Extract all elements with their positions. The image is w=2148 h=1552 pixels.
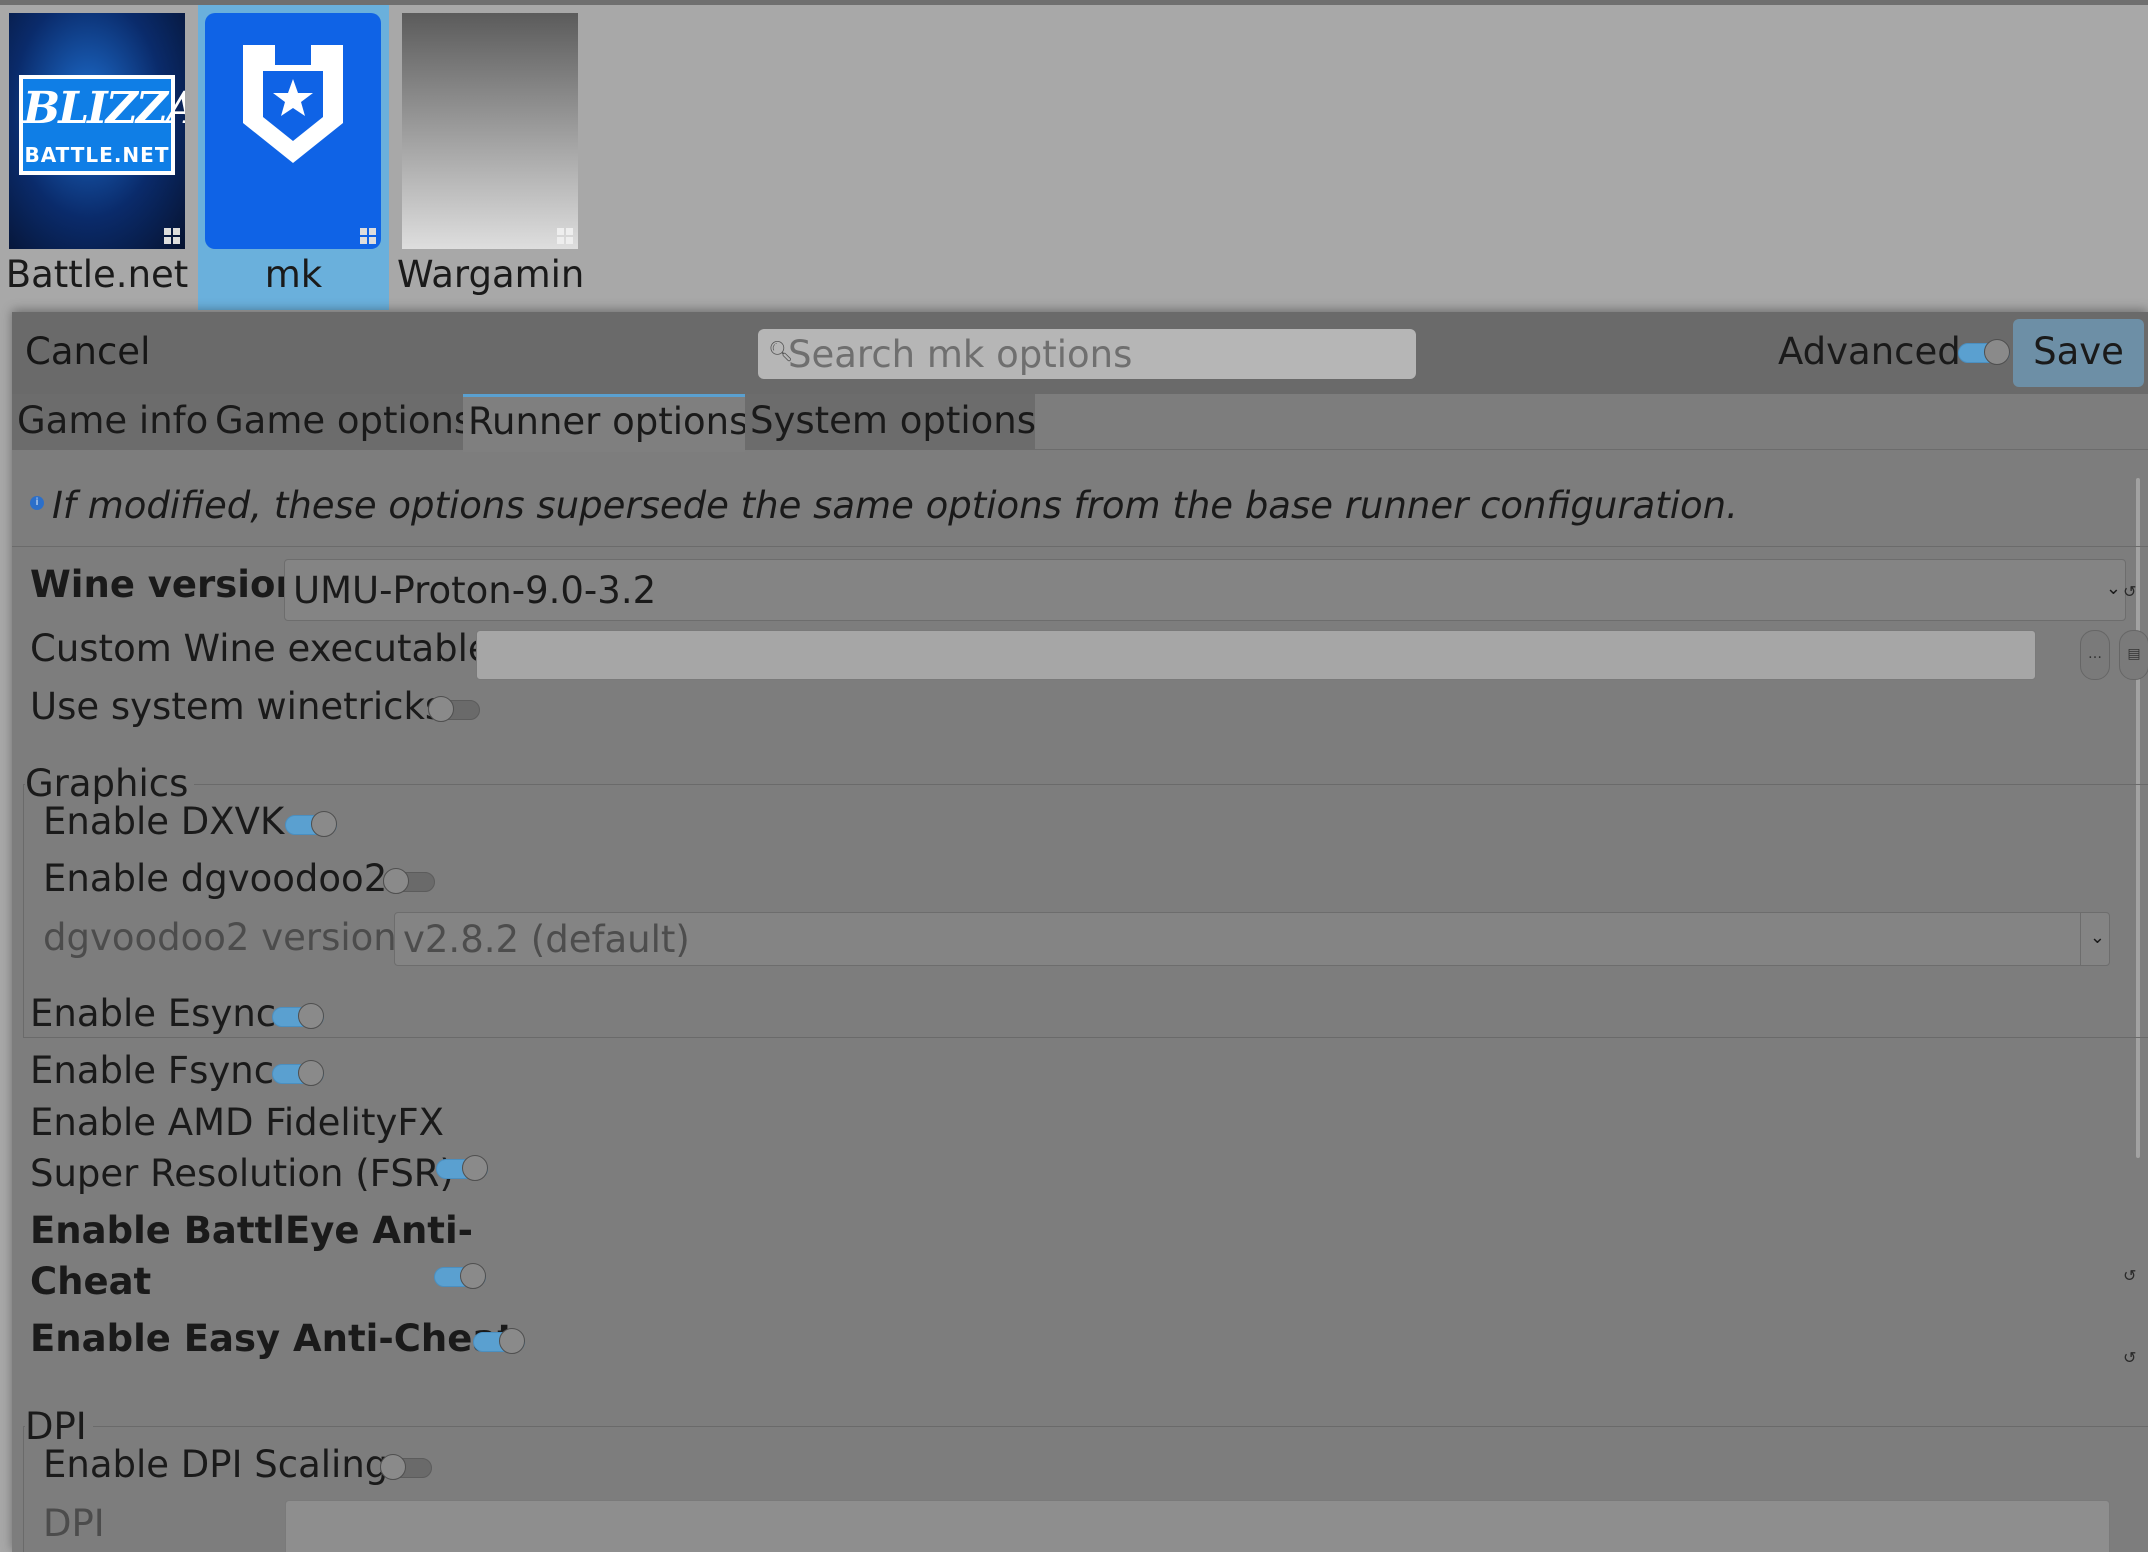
info-message: i If modified, these options supersede th… xyxy=(30,484,1738,527)
dpi-value-label: DPI xyxy=(43,1502,105,1545)
chevron-down-icon: ⌄ xyxy=(2105,578,2121,599)
shield-icon xyxy=(243,45,343,163)
game-tile-wargaming[interactable]: Wargaming xyxy=(394,5,586,310)
tab-runner-options[interactable]: Runner options xyxy=(463,394,748,452)
game-name: Wargaming xyxy=(397,253,583,296)
dialog-header: Cancel 🔍︎ Advanced Save xyxy=(12,312,2148,394)
game-tile-battlenet[interactable]: BLIZZARD BATTLE.NET Battle.net xyxy=(0,5,194,310)
system-winetricks-label: Use system winetricks xyxy=(30,685,445,728)
dpi-scaling-toggle[interactable] xyxy=(380,1454,432,1480)
game-name: Battle.net xyxy=(5,253,189,296)
dgvoodoo2-label: Enable dgvoodoo2 xyxy=(43,857,388,900)
dxvk-toggle[interactable] xyxy=(285,811,337,837)
search-box[interactable]: 🔍︎ xyxy=(758,329,1416,379)
dgvoodoo2-toggle[interactable] xyxy=(383,868,435,894)
fsync-toggle[interactable] xyxy=(272,1060,324,1086)
game-tile-mk[interactable]: mk xyxy=(198,5,389,310)
dgvoodoo2-version-value: v2.8.2 (default) xyxy=(403,918,690,961)
custom-wine-input[interactable] xyxy=(476,630,2036,680)
tab-game-options[interactable]: Game options xyxy=(210,394,473,449)
cancel-button[interactable]: Cancel xyxy=(25,330,150,373)
windows-icon xyxy=(360,228,376,244)
divider xyxy=(12,546,2148,547)
logo-text: BLIZZARD xyxy=(23,83,185,134)
search-input[interactable] xyxy=(788,329,1388,379)
dpi-title: DPI xyxy=(25,1405,93,1448)
runner-options-panel: i If modified, these options supersede th… xyxy=(12,450,2148,1552)
reset-icon[interactable]: ↺ xyxy=(2123,1266,2136,1285)
tab-bar: Game info Game options Runner options Sy… xyxy=(12,394,2148,452)
esync-label: Enable Esync xyxy=(30,992,277,1035)
custom-wine-label: Custom Wine executable xyxy=(30,627,491,670)
game-cover xyxy=(205,13,381,249)
graphics-frame xyxy=(23,784,2148,1038)
fsr-label-line1: Enable AMD FidelityFX xyxy=(30,1101,444,1144)
chevron-down-icon: ⌄ xyxy=(2089,927,2105,948)
battleye-label-line2: Cheat xyxy=(30,1260,152,1303)
tab-system-options[interactable]: System options xyxy=(745,394,1036,449)
dgvoodoo2-version-select[interactable]: v2.8.2 (default) ⌄ xyxy=(394,912,2110,966)
dgvoodoo2-version-label: dgvoodoo2 version xyxy=(43,916,397,959)
esync-toggle[interactable] xyxy=(272,1003,324,1029)
windows-icon xyxy=(557,228,573,244)
system-winetricks-toggle[interactable] xyxy=(428,696,480,722)
advanced-toggle[interactable] xyxy=(1958,339,2010,365)
game-cover: BLIZZARD BATTLE.NET xyxy=(9,13,185,249)
fsr-label-line2: Super Resolution (FSR) xyxy=(30,1152,454,1195)
graphics-title: Graphics xyxy=(25,762,195,805)
fsync-label: Enable Fsync xyxy=(30,1049,275,1092)
eac-label: Enable Easy Anti-Cheat xyxy=(30,1317,515,1360)
windows-icon xyxy=(164,228,180,244)
folder-icon[interactable]: ▤ xyxy=(2119,630,2148,680)
wine-version-label: Wine version xyxy=(30,563,302,606)
info-icon: i xyxy=(30,495,44,510)
tab-game-info[interactable]: Game info xyxy=(12,394,214,449)
dxvk-label: Enable DXVK xyxy=(43,800,285,843)
advanced-label: Advanced xyxy=(1778,330,1961,373)
blizzard-logo: BLIZZARD BATTLE.NET xyxy=(19,75,185,175)
reset-icon[interactable]: ↺ xyxy=(2123,1348,2136,1367)
eac-toggle[interactable] xyxy=(473,1328,525,1354)
battleye-toggle[interactable] xyxy=(434,1263,486,1289)
wine-version-value: UMU-Proton-9.0-3.2 xyxy=(293,569,657,612)
logo-subtext: BATTLE.NET xyxy=(24,143,170,167)
info-text: If modified, these options supersede the… xyxy=(52,484,1738,527)
configure-dialog: Cancel 🔍︎ Advanced Save Game info Game o… xyxy=(12,312,2148,1552)
save-button[interactable]: Save xyxy=(2013,319,2144,387)
fsr-toggle[interactable] xyxy=(436,1155,488,1181)
ellipsis-icon[interactable]: … xyxy=(2080,630,2110,680)
game-cover xyxy=(402,13,578,249)
reset-icon[interactable]: ↺ xyxy=(2123,582,2136,601)
wine-version-select[interactable]: UMU-Proton-9.0-3.2 ⌄ xyxy=(284,559,2126,621)
dpi-value-input[interactable] xyxy=(285,1500,2110,1552)
dpi-scaling-label: Enable DPI Scaling xyxy=(43,1443,389,1486)
game-name: mk xyxy=(264,253,323,296)
battleye-label-line1: Enable BattlEye Anti- xyxy=(30,1209,474,1252)
